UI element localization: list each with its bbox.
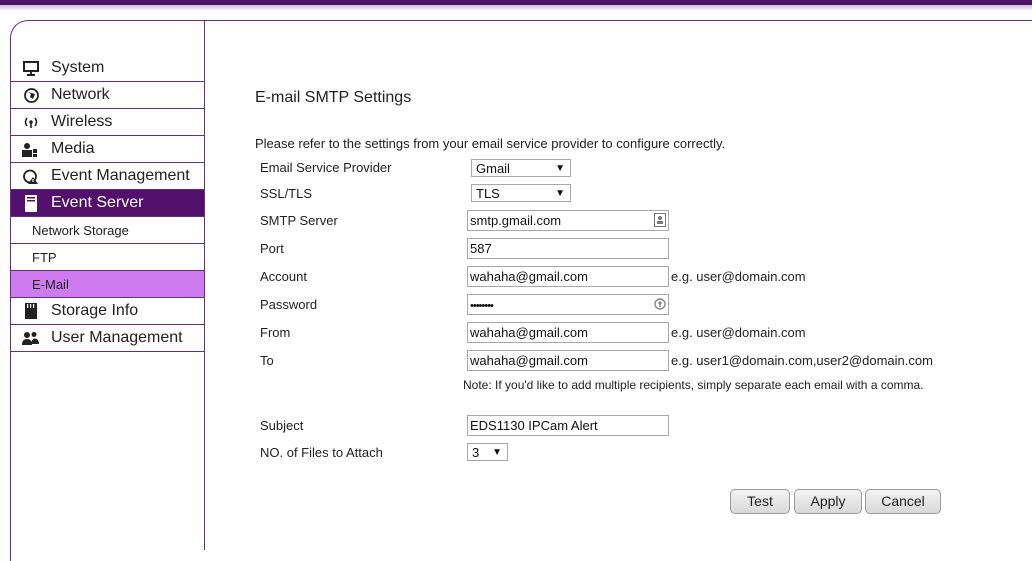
sd-card-icon xyxy=(21,302,41,320)
files-label: NO. of Files to Attach xyxy=(260,445,383,460)
event-alert-icon xyxy=(21,167,41,185)
password-label: Password xyxy=(260,297,318,312)
to-label: To xyxy=(260,353,274,368)
to-input[interactable]: wahaha@gmail.com xyxy=(467,350,669,371)
sidebar-subitem-label: E-Mail xyxy=(32,276,69,292)
server-icon xyxy=(21,194,41,212)
sidebar-item-label: Storage Info xyxy=(51,302,139,319)
sidebar-subitem-network-storage[interactable]: Network Storage xyxy=(11,217,204,244)
files-select-value: 3 xyxy=(472,445,480,460)
from-hint: e.g. user@domain.com xyxy=(671,325,806,340)
sidebar-subitem-email[interactable]: E-Mail xyxy=(11,271,204,298)
subject-label: Subject xyxy=(260,418,304,433)
apply-button[interactable]: Apply xyxy=(794,489,862,514)
sidebar-item-user-management[interactable]: User Management xyxy=(11,325,204,352)
port-value: 587 xyxy=(470,241,492,256)
sidebar-item-label: Event Management xyxy=(51,167,190,184)
dropdown-arrow-icon: ▼ xyxy=(555,188,565,199)
smtp-label: SMTP Server xyxy=(260,213,338,228)
dropdown-arrow-icon: ▼ xyxy=(555,163,565,174)
account-hint: e.g. user@domain.com xyxy=(671,269,806,284)
sidebar-subitem-label: FTP xyxy=(32,249,57,265)
wireless-icon xyxy=(21,113,41,131)
sidebar-subitem-ftp[interactable]: FTP xyxy=(11,244,204,271)
content-frame-top xyxy=(204,20,1032,21)
recipients-note: Note: If you'd like to add multiple reci… xyxy=(463,378,924,392)
sidebar-item-label: Media xyxy=(51,140,95,157)
key-icon[interactable] xyxy=(654,297,666,311)
smtp-server-value: smtp.gmail.com xyxy=(470,213,562,228)
from-value: wahaha@gmail.com xyxy=(470,325,588,340)
dropdown-arrow-icon: ▼ xyxy=(492,447,502,458)
sidebar-item-label: User Management xyxy=(51,329,183,346)
from-input[interactable]: wahaha@gmail.com xyxy=(467,322,669,343)
sidebar-item-label: Network xyxy=(51,86,110,103)
media-users-icon xyxy=(21,140,41,158)
sidebar-item-media[interactable]: Media xyxy=(11,136,204,163)
top-banner-shadow xyxy=(0,5,1032,11)
smtp-server-input[interactable]: smtp.gmail.com xyxy=(467,210,669,231)
ssl-select-value: TLS xyxy=(476,186,500,201)
port-label: Port xyxy=(260,241,284,256)
to-value: wahaha@gmail.com xyxy=(470,353,588,368)
account-input[interactable]: wahaha@gmail.com xyxy=(467,266,669,287)
password-value: •••••••• xyxy=(470,300,494,312)
account-value: wahaha@gmail.com xyxy=(470,269,588,284)
sidebar-item-label: Wireless xyxy=(51,113,113,130)
provider-select-value: Gmail xyxy=(476,161,510,176)
sidebar-item-event-server[interactable]: Event Server xyxy=(11,190,204,217)
provider-select[interactable]: Gmail ▼ xyxy=(471,159,571,177)
sidebar-item-system[interactable]: System xyxy=(11,55,204,82)
monitor-icon xyxy=(21,59,41,77)
files-select[interactable]: 3 ▼ xyxy=(467,443,508,461)
port-input[interactable]: 587 xyxy=(467,238,669,259)
page-title: E-mail SMTP Settings xyxy=(255,89,412,106)
content-frame-left xyxy=(204,20,205,550)
sidebar-item-storage-info[interactable]: Storage Info xyxy=(11,298,204,325)
test-button[interactable]: Test xyxy=(730,489,790,514)
account-label: Account xyxy=(260,269,307,284)
sidebar-item-wireless[interactable]: Wireless xyxy=(11,109,204,136)
intro-text: Please refer to the settings from your e… xyxy=(255,136,726,151)
globe-icon xyxy=(21,86,41,104)
sidebar-item-label: System xyxy=(51,59,105,76)
sidebar-item-event-management[interactable]: Event Management xyxy=(11,163,204,190)
from-label: From xyxy=(260,325,291,340)
sidebar-item-network[interactable]: Network xyxy=(11,82,204,109)
contact-card-icon[interactable] xyxy=(654,213,666,227)
subject-value: EDS1130 IPCam Alert xyxy=(470,418,598,433)
ssl-label: SSL/TLS xyxy=(260,186,313,201)
subject-input[interactable]: EDS1130 IPCam Alert xyxy=(467,415,669,436)
sidebar-nav: System Network Wireless Media Event Mana… xyxy=(11,55,204,352)
cancel-button[interactable]: Cancel xyxy=(865,489,941,514)
users-icon xyxy=(21,329,41,347)
password-input[interactable]: •••••••• xyxy=(467,294,669,315)
sidebar-item-label: Event Server xyxy=(51,194,144,211)
provider-label: Email Service Provider xyxy=(260,160,392,175)
to-hint: e.g. user1@domain.com,user2@domain.com xyxy=(671,353,933,368)
ssl-select[interactable]: TLS ▼ xyxy=(471,184,571,202)
sidebar-subitem-label: Network Storage xyxy=(32,222,129,238)
